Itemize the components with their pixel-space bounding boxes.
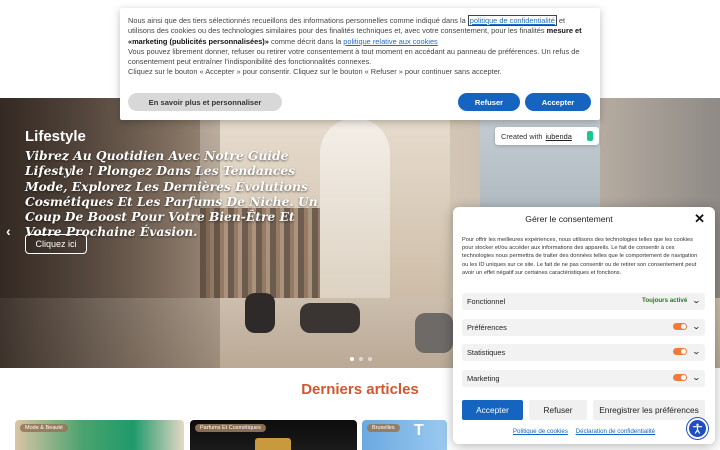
accessibility-icon[interactable]	[687, 418, 708, 439]
slider-dots	[350, 357, 372, 361]
chevron-down-icon[interactable]: ⌄	[692, 373, 701, 382]
privacy-policy-link[interactable]: politique de confidentialité	[467, 15, 557, 26]
consent-modal: Gérer le consentement ✕ Pour offrir les …	[453, 207, 715, 444]
banner-text-3: comme décrit dans la	[270, 36, 342, 46]
article-card[interactable]: Mode & Beauté	[15, 420, 184, 450]
category-tag[interactable]: Mode & Beauté	[20, 424, 68, 432]
modal-accept-button[interactable]: Accepter	[462, 400, 523, 420]
modal-description: Pour offrir les meilleures expériences, …	[462, 237, 698, 276]
iubenda-badge[interactable]: Created with iubenda	[495, 127, 599, 145]
hero-person	[415, 313, 453, 353]
cookie-policy-link[interactable]: politique relative aux cookies	[343, 37, 438, 46]
slider-dot[interactable]	[368, 357, 372, 361]
chevron-down-icon[interactable]: ⌄	[692, 322, 701, 331]
row-label: Statistiques	[467, 348, 506, 357]
hero-title: Lifestyle	[25, 128, 86, 145]
banner-text-5: Cliquez sur le bouton « Accepter » pour …	[128, 67, 502, 77]
consent-row-functional[interactable]: Fonctionnel Toujours activé ⌄	[462, 293, 705, 310]
consent-row-preferences[interactable]: Préférences ⌄	[462, 319, 705, 336]
category-tag[interactable]: Bruxelles	[367, 424, 400, 432]
chevron-left-icon[interactable]: ‹	[6, 223, 11, 239]
banner-text-4: Vous pouvez librement donner, refuser ou…	[128, 46, 580, 67]
hero-text: Vibrez Au Quotidien Avec Notre Guide Lif…	[25, 148, 318, 240]
hero-cta-button[interactable]: Cliquez ici	[25, 234, 87, 254]
cookie-banner: Nous ainsi que des tiers sélectionnés re…	[120, 8, 600, 120]
banner-accept-button[interactable]: Accepter	[525, 93, 591, 111]
row-label: Marketing	[467, 374, 500, 383]
created-with-label: Created with	[501, 131, 543, 141]
category-tag[interactable]: Parfums Et Cosmétiques	[195, 424, 266, 432]
row-label: Fonctionnel	[467, 297, 506, 306]
learn-more-button[interactable]: En savoir plus et personnaliser	[128, 93, 282, 111]
slider-dot[interactable]	[350, 357, 354, 361]
banner-text-1: Nous ainsi que des tiers sélectionnés re…	[128, 16, 466, 25]
marketing-toggle[interactable]	[673, 374, 688, 381]
banner-text: Nous ainsi que des tiers sélectionnés re…	[128, 15, 592, 78]
consent-row-statistics[interactable]: Statistiques ⌄	[462, 344, 705, 361]
preferences-toggle[interactable]	[673, 323, 688, 330]
close-icon[interactable]: ✕	[694, 211, 705, 227]
article-card[interactable]: Parfums Et Cosmétiques	[190, 420, 357, 450]
statistics-toggle[interactable]	[673, 348, 688, 355]
chevron-down-icon[interactable]: ⌄	[692, 296, 701, 305]
modal-title: Gérer le consentement	[525, 214, 613, 224]
iubenda-icon	[587, 131, 593, 141]
accessibility-icon-glyph	[692, 423, 703, 434]
article-card[interactable]: Bruxelles T	[362, 420, 447, 450]
banner-refuse-button[interactable]: Refuser	[458, 93, 520, 111]
slider-dot[interactable]	[359, 357, 363, 361]
hero-person	[245, 293, 275, 333]
modal-links: Politique de cookies Déclaration de conf…	[453, 428, 715, 435]
hero-person	[300, 303, 360, 333]
product-jar-image	[255, 438, 291, 450]
row-label: Préférences	[467, 323, 507, 332]
save-preferences-button[interactable]: Enregistrer les préférences	[593, 400, 705, 420]
cookie-policy-link[interactable]: Politique de cookies	[513, 428, 568, 435]
modal-refuse-button[interactable]: Refuser	[529, 400, 587, 420]
privacy-statement-link[interactable]: Déclaration de confidentialité	[576, 428, 655, 435]
consent-row-marketing[interactable]: Marketing ⌄	[462, 370, 705, 387]
card-image-text: T	[414, 422, 424, 439]
iubenda-link[interactable]: iubenda	[546, 132, 572, 141]
always-active-label: Toujours activé	[642, 297, 688, 304]
chevron-down-icon[interactable]: ⌄	[692, 347, 701, 356]
